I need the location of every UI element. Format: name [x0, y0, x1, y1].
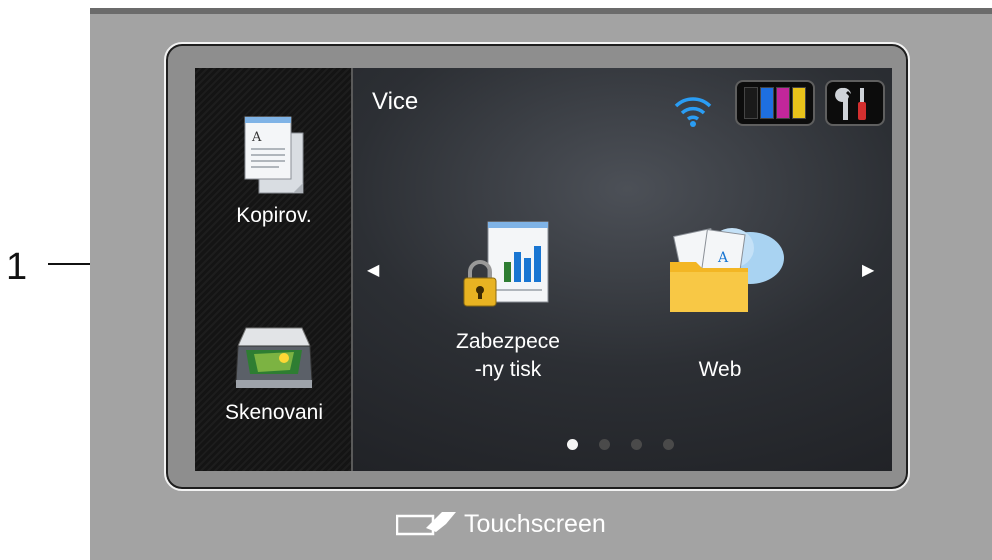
scanner-icon: [235, 327, 313, 388]
touch-screen: A Kopirov. Skenovani Vice ◀ ▶ Zabezpece …: [195, 68, 892, 471]
ink-cyan: [760, 87, 774, 119]
app-label-line2: -ny tisk: [474, 358, 542, 381]
wrench-screwdriver-icon: [835, 87, 866, 120]
app-label-line1: Web: [698, 358, 742, 381]
sidebar-item-scan[interactable]: Skenovani: [195, 318, 353, 425]
copy-document-icon: A: [244, 116, 304, 194]
page-dot[interactable]: [663, 439, 674, 450]
svg-text:A: A: [717, 250, 729, 266]
page-dot-active[interactable]: [567, 439, 578, 450]
ink-black: [744, 87, 758, 119]
web-folder-cloud-icon: A: [670, 227, 784, 312]
app-secure-print[interactable]: [443, 218, 573, 324]
ink-magenta: [776, 87, 790, 119]
brand-label: Touchscreen: [464, 510, 606, 538]
ink-yellow: [792, 87, 806, 119]
callout-number: 1: [6, 246, 28, 288]
svg-text:A: A: [251, 130, 262, 145]
sidebar-item-label: Kopirov.: [236, 204, 312, 227]
page-dot[interactable]: [631, 439, 642, 450]
scroll-right-arrow-icon[interactable]: ▶: [862, 260, 874, 280]
app-label-line1: Zabezpece: [456, 330, 560, 353]
page-dot[interactable]: [599, 439, 610, 450]
touchscreen-logo-icon: [396, 512, 456, 536]
page-title: Vice: [372, 88, 419, 115]
ink-status-button[interactable]: [735, 80, 815, 126]
settings-button[interactable]: [825, 80, 885, 126]
sidebar: A Kopirov. Skenovani: [195, 68, 353, 471]
secure-print-icon: [463, 221, 549, 307]
sidebar-item-copy[interactable]: A Kopirov.: [195, 113, 353, 228]
app-web[interactable]: A: [650, 218, 790, 324]
sidebar-item-label: Skenovani: [224, 401, 324, 424]
scroll-left-arrow-icon[interactable]: ◀: [367, 260, 379, 280]
wifi-icon[interactable]: [673, 94, 713, 128]
